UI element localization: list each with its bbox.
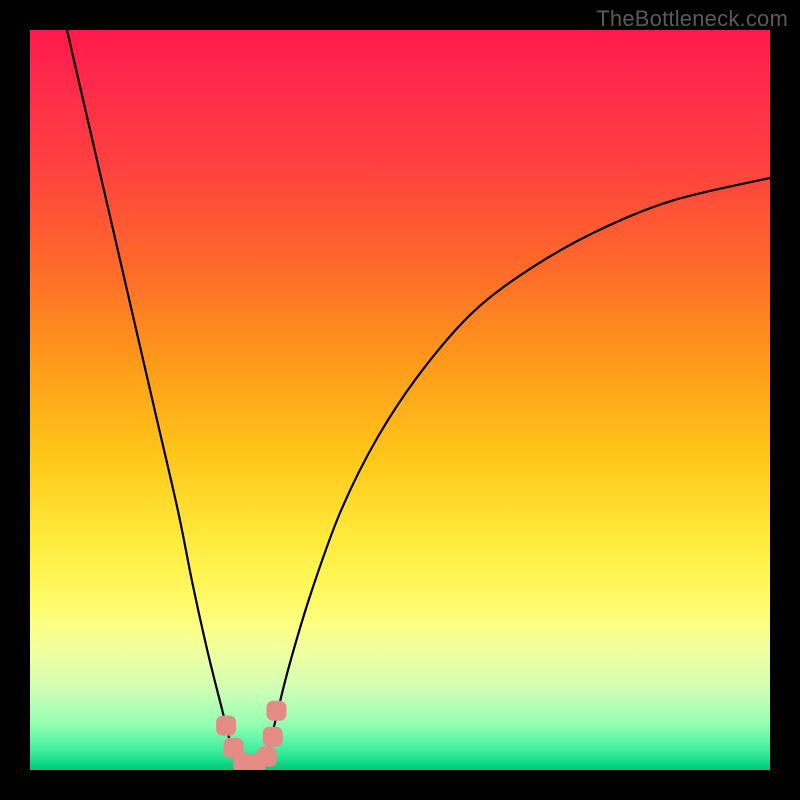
watermark-text: TheBottleneck.com (596, 6, 788, 32)
highlight-marker (263, 727, 283, 747)
highlight-marker (257, 747, 277, 767)
highlight-markers (216, 701, 286, 770)
chart-frame: TheBottleneck.com (0, 0, 800, 800)
highlight-marker (216, 716, 236, 736)
chart-svg (30, 30, 770, 770)
bottleneck-curve (67, 30, 770, 767)
plot-area (30, 30, 770, 770)
highlight-marker (266, 701, 286, 721)
